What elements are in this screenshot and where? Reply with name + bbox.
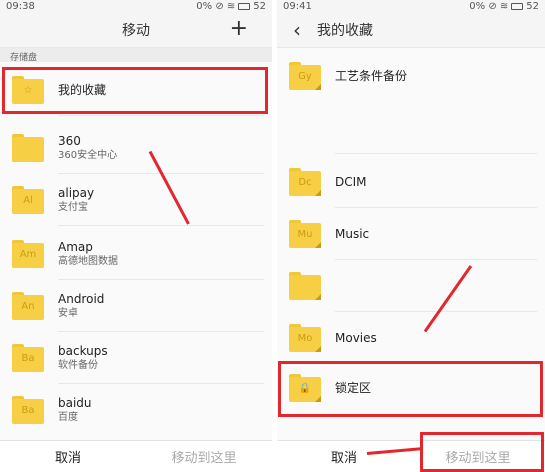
folder-icon: Mu xyxy=(289,220,321,248)
folder-name: Android xyxy=(58,292,105,306)
folder-name: 工艺条件备份 xyxy=(335,68,408,83)
status-icons: 0% ⊘ ≋ xyxy=(196,0,236,12)
folder-row-unnamed[interactable] xyxy=(277,260,545,312)
folder-icon: Dc xyxy=(289,168,321,196)
status-time: 09:41 xyxy=(283,0,312,12)
folder-name: alipay xyxy=(58,186,95,200)
folder-row-music[interactable]: Mu Music xyxy=(277,208,545,260)
folder-row-locked[interactable]: 🔒 锁定区 xyxy=(277,362,545,414)
status-bar: 09:38 0% ⊘ ≋ 52 xyxy=(0,0,272,12)
status-bar: 09:41 0% ⊘ ≋ 52 xyxy=(277,0,545,12)
folder-desc: 支付宝 xyxy=(58,202,88,213)
folder-name: Movies xyxy=(335,330,377,345)
folder-name: baidu xyxy=(58,396,92,410)
folder-row-baidu[interactable]: Ba baidu 百度 xyxy=(0,384,272,436)
folder-icon: An xyxy=(12,292,44,320)
add-icon[interactable]: + xyxy=(230,17,248,41)
cancel-button[interactable]: 取消 xyxy=(0,447,136,466)
folder-name: 360 xyxy=(58,134,81,148)
folder-desc: 360安全中心 xyxy=(58,150,118,161)
folder-icon: Ba xyxy=(12,344,44,372)
folder-row-amap[interactable]: Am Amap 高德地图数据 xyxy=(0,228,272,280)
back-icon[interactable]: ‹ xyxy=(277,18,317,42)
folder-desc: 高德地图数据 xyxy=(58,256,118,267)
lock-folder-icon: 🔒 xyxy=(289,374,321,402)
app-bar: 移动 + xyxy=(0,12,272,48)
folder-row-favorites[interactable]: ☆ 我的收藏 xyxy=(0,64,272,116)
folder-icon xyxy=(12,134,44,162)
folder-row-movies[interactable]: Mo Movies xyxy=(277,312,545,364)
folder-name: Music xyxy=(335,226,370,241)
folder-icon: ☆ xyxy=(12,76,44,104)
folder-name: 锁定区 xyxy=(335,380,372,395)
folder-desc: 安卓 xyxy=(58,308,78,319)
move-here-button[interactable]: 移动到这里 xyxy=(411,447,545,466)
bottom-action-bar: 取消 移动到这里 xyxy=(0,440,272,472)
status-icons: 0% ⊘ ≋ xyxy=(469,0,509,12)
left-screen: 09:38 0% ⊘ ≋ 52 移动 + 存储盘 ☆ 我的收藏 360 360安全… xyxy=(0,0,272,472)
folder-row-backups[interactable]: Ba backups 软件备份 xyxy=(0,332,272,384)
folder-name: DCIM xyxy=(335,174,367,189)
page-title: 移动 xyxy=(122,22,150,39)
folder-row-android[interactable]: An Android 安卓 xyxy=(0,280,272,332)
battery-level: 52 xyxy=(253,0,266,12)
folder-row-360[interactable]: 360 360安全中心 xyxy=(0,122,272,174)
move-here-button[interactable]: 移动到这里 xyxy=(136,447,272,466)
folder-icon: Ba xyxy=(12,396,44,424)
folder-icon: Gy xyxy=(289,62,321,90)
app-bar: ‹ 我的收藏 xyxy=(277,12,545,48)
folder-icon: Mo xyxy=(289,324,321,352)
screenshots: 09:38 0% ⊘ ≋ 52 移动 + 存储盘 ☆ 我的收藏 360 360安全… xyxy=(0,0,545,472)
folder-row-alipay[interactable]: Al alipay 支付宝 xyxy=(0,174,272,226)
folder-name: backups xyxy=(58,344,108,358)
status-time: 09:38 xyxy=(6,0,35,12)
folder-icon xyxy=(289,272,321,300)
page-title: 我的收藏 xyxy=(317,22,373,39)
right-screen: 09:41 0% ⊘ ≋ 52 ‹ 我的收藏 Gy 工艺条件备份 Dc DCIM… xyxy=(277,0,545,472)
battery-icon xyxy=(238,2,251,10)
bottom-action-bar: 取消 移动到这里 xyxy=(277,440,545,472)
folder-desc: 软件备份 xyxy=(58,360,98,371)
battery-icon xyxy=(511,2,524,10)
folder-row-dcim[interactable]: Dc DCIM xyxy=(277,156,545,208)
folder-icon: Am xyxy=(12,240,44,268)
folder-name: Amap xyxy=(58,240,93,254)
folder-icon: Al xyxy=(12,186,44,214)
breadcrumb[interactable]: 存储盘 xyxy=(0,48,272,63)
folder-desc: 百度 xyxy=(58,412,78,423)
folder-row-process-backup[interactable]: Gy 工艺条件备份 xyxy=(277,50,545,102)
folder-name: 我的收藏 xyxy=(58,82,107,97)
battery-level: 52 xyxy=(526,0,539,12)
